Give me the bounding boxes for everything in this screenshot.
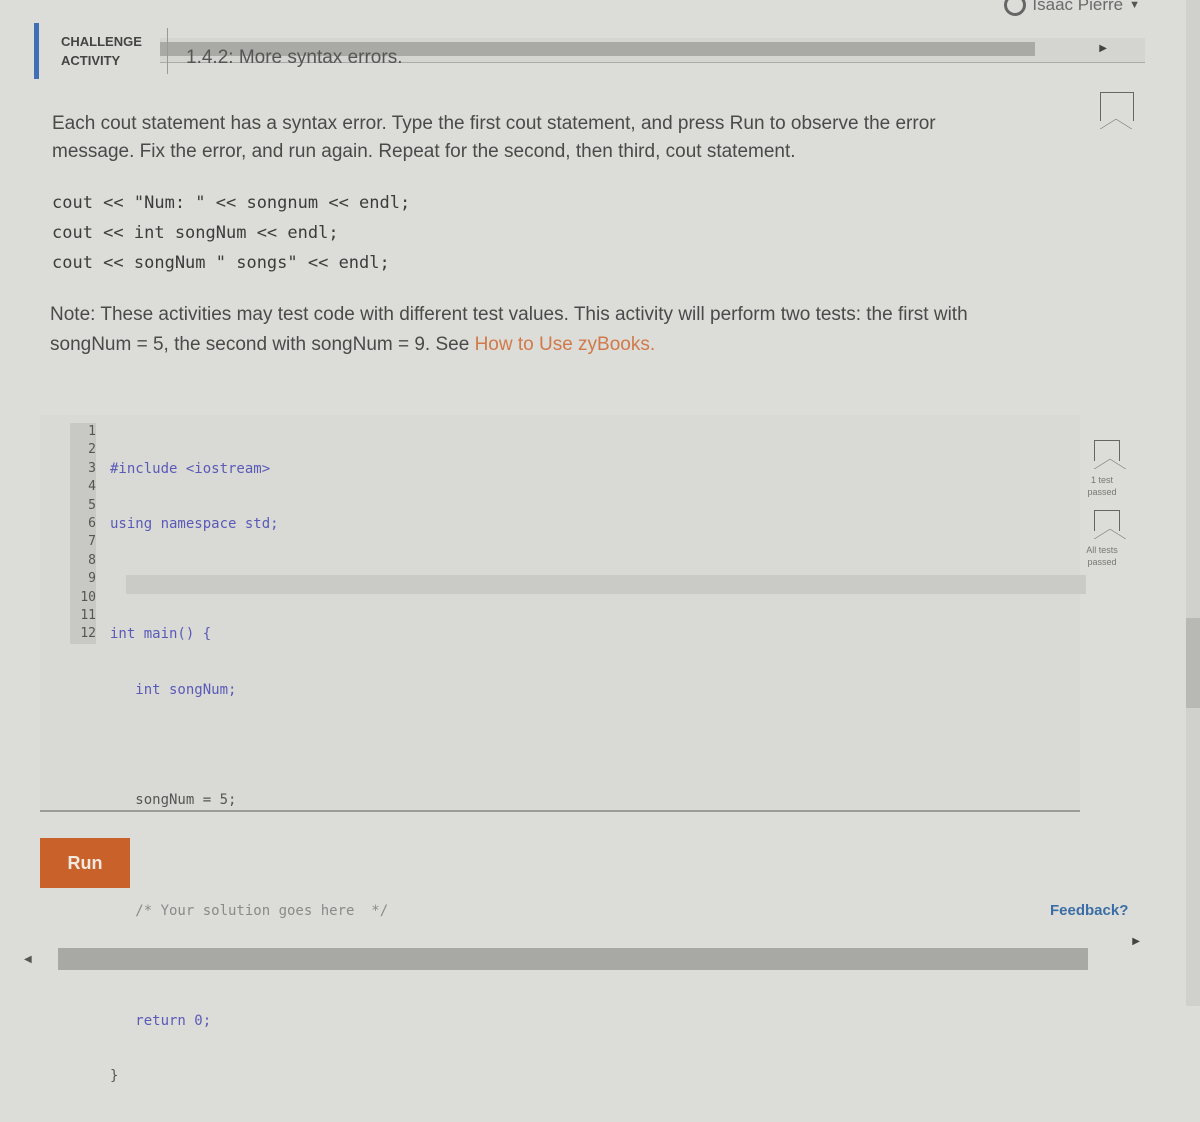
- code-line[interactable]: /* Your solution goes here */: [110, 902, 388, 920]
- chevron-down-icon: ▼: [1129, 0, 1140, 11]
- vertical-scrollbar-thumb[interactable]: [1186, 618, 1200, 708]
- activity-accent-bar: [34, 23, 39, 79]
- all-tests-status-icon: [1094, 510, 1126, 539]
- line-number: 11: [80, 608, 96, 624]
- code-line[interactable]: int main() {: [110, 625, 388, 643]
- example-code-block: cout << "Num: " << songnum << endl; cout …: [52, 188, 410, 278]
- line-number: 6: [88, 516, 96, 532]
- line-number: 4: [88, 479, 96, 495]
- avatar-icon: [1004, 0, 1027, 16]
- user-name: Isaac Pierre: [1032, 0, 1124, 14]
- example-code-line: cout << songNum " songs" << endl;: [52, 253, 390, 273]
- line-number: 10: [80, 589, 96, 605]
- line-number: 12: [80, 626, 96, 642]
- code-line[interactable]: ​: [110, 846, 388, 864]
- instructions-text: Each cout statement has a syntax error. …: [52, 113, 936, 162]
- activity-type: CHALLENGE ACTIVITY: [61, 32, 157, 70]
- code-line[interactable]: ​: [110, 736, 388, 754]
- scroll-right-icon[interactable]: ▶: [1099, 43, 1107, 54]
- divider: [167, 28, 168, 74]
- all-tests-status-label: All tests passed: [1086, 545, 1118, 567]
- line-number: 8: [88, 552, 96, 568]
- activity-completion-icon: [1100, 92, 1134, 129]
- scroll-right-icon[interactable]: ▶: [1132, 936, 1140, 947]
- editor-code[interactable]: #include <iostream> using namespace std;…: [110, 423, 388, 1122]
- activity-type-line2: ACTIVITY: [61, 53, 121, 68]
- activity-type-line1: CHALLENGE: [61, 34, 142, 49]
- line-number: 9: [88, 571, 96, 587]
- test1-status-icon: [1094, 440, 1126, 469]
- user-menu[interactable]: Isaac Pierre ▼: [1004, 0, 1140, 16]
- line-number-gutter: 1 2 3 4 5 6 7 8 9 10 11 12: [70, 423, 96, 644]
- scroll-left-icon[interactable]: ◀: [24, 954, 32, 965]
- test1-status-label: 1 test passed: [1087, 475, 1117, 497]
- code-line[interactable]: ​: [110, 570, 388, 588]
- run-button[interactable]: Run: [40, 838, 130, 888]
- line-number: 5: [88, 497, 96, 513]
- line-number: 7: [88, 534, 96, 550]
- activity-header: CHALLENGE ACTIVITY 1.4.2: More syntax er…: [34, 22, 402, 80]
- code-line[interactable]: }: [110, 1067, 388, 1085]
- code-editor[interactable]: 1 2 3 4 5 6 7 8 9 10 11 12 #include <ios…: [40, 415, 1086, 1084]
- scrollbar-thumb[interactable]: [58, 948, 1088, 970]
- line-number: 1: [88, 424, 96, 439]
- right-edge: [1186, 0, 1200, 1006]
- code-line[interactable]: using namespace std;: [110, 515, 388, 533]
- feedback-link[interactable]: Feedback?: [1050, 902, 1128, 919]
- code-line[interactable]: songNum = 5;: [110, 791, 388, 809]
- how-to-use-zybooks-link[interactable]: How to Use zyBooks.: [475, 334, 656, 355]
- example-code-line: cout << "Num: " << songnum << endl;: [52, 193, 411, 213]
- note-paragraph: Note: These activities may test code wit…: [50, 300, 1050, 360]
- example-code-line: cout << int songNum << endl;: [52, 223, 339, 243]
- line-number: 2: [88, 442, 96, 458]
- line-number: 3: [88, 460, 96, 476]
- code-line[interactable]: return 0;: [110, 1012, 388, 1030]
- horizontal-scrollbar-bottom[interactable]: ◀ ▶: [18, 936, 1188, 974]
- code-line[interactable]: #include <iostream>: [110, 460, 388, 478]
- activity-title: 1.4.2: More syntax errors.: [186, 47, 403, 68]
- code-line[interactable]: int songNum;: [110, 681, 388, 699]
